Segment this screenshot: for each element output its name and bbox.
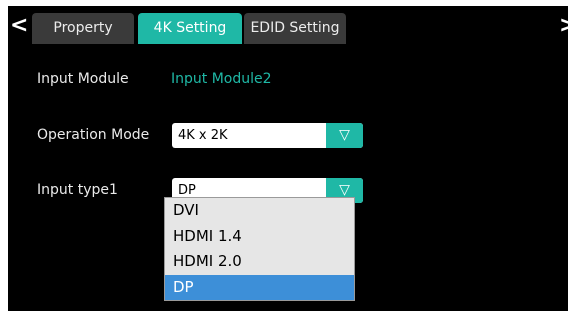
operation-mode-select[interactable]: 4K x 2K ▽ [172,123,363,148]
input-module-label: Input Module [37,71,129,87]
dropdown-option-hdmi-2-0[interactable]: HDMI 2.0 [165,249,354,275]
dropdown-option-dvi[interactable]: DVI [165,198,354,224]
operation-mode-label: Operation Mode [37,127,150,143]
operation-mode-value: 4K x 2K [178,128,228,143]
chevron-left-icon[interactable]: < [10,15,28,37]
input-type1-dropdown-list: DVI HDMI 1.4 HDMI 2.0 DP [164,197,355,301]
dropdown-option-hdmi-1-4[interactable]: HDMI 1.4 [165,224,354,250]
input-type1-label: Input type1 [37,182,118,198]
input-module-value: Input Module2 [171,71,272,87]
chevron-right-icon[interactable]: > [559,15,568,37]
tab-edid-setting[interactable]: EDID Setting [244,13,346,44]
dropdown-option-dp[interactable]: DP [165,274,354,300]
tab-4k-setting[interactable]: 4K Setting [138,13,242,44]
triangle-down-icon[interactable]: ▽ [326,123,363,148]
tab-property[interactable]: Property [32,13,134,44]
